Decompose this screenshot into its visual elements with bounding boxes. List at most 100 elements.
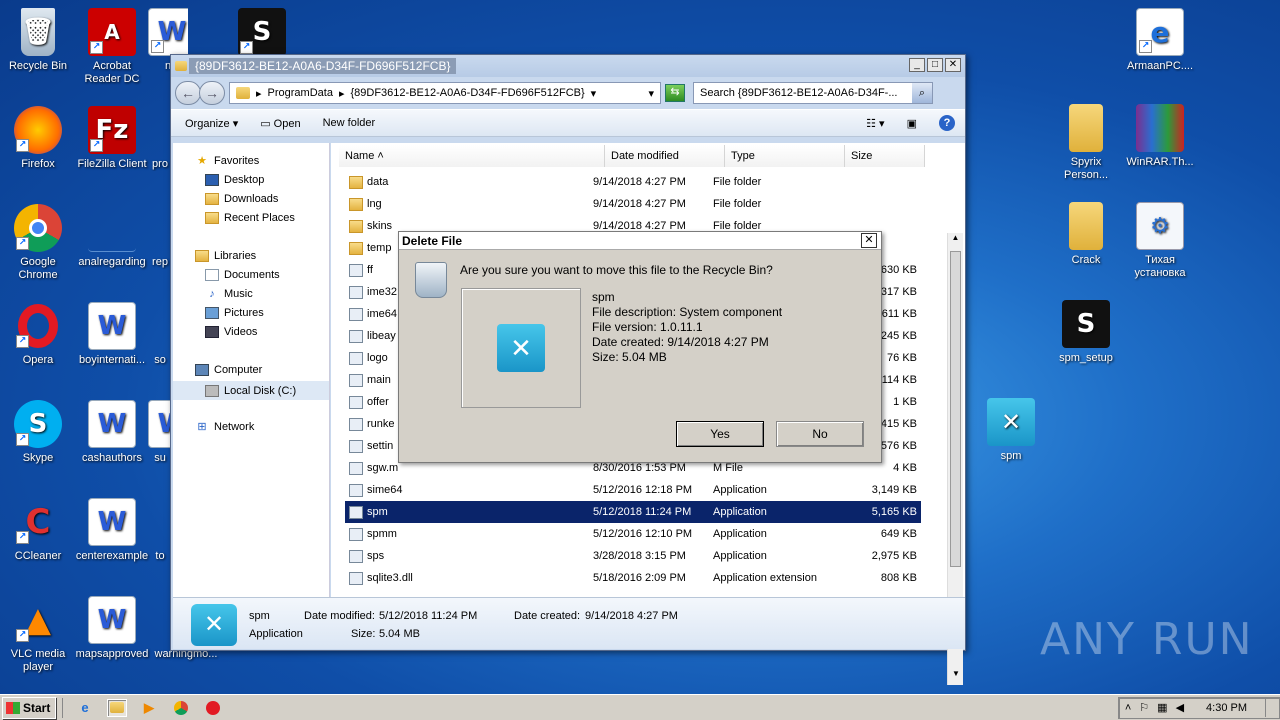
nav-videos[interactable]: Videos (205, 326, 257, 338)
setup-icon[interactable]: S ↗ (224, 8, 300, 60)
nav-favorites[interactable]: ★ Favorites (195, 155, 259, 167)
file-name: data (349, 171, 388, 193)
ccleaner-icon[interactable]: C ↗ CCleaner (0, 498, 76, 563)
flag-icon[interactable]: ⚐ (1139, 701, 1149, 714)
open-button[interactable]: ▭ Open (260, 117, 300, 130)
word-doc-icon[interactable]: Wboyinternati... (74, 302, 150, 367)
close-button[interactable]: ✕ (945, 58, 961, 72)
chrome-taskbar-icon[interactable] (171, 699, 191, 717)
vlc-icon[interactable]: ▲ ↗ VLC media player (0, 596, 76, 674)
scroll-up-arrow[interactable]: ▲ (948, 233, 963, 249)
spm-setup-icon[interactable]: Sspm_setup (1048, 300, 1124, 365)
rep-icon[interactable]: rep (148, 204, 172, 269)
chevron-down-icon[interactable]: ▾ (648, 87, 654, 100)
nav-computer[interactable]: Computer (195, 364, 262, 376)
search-icon[interactable]: ⌕ (912, 83, 932, 103)
file-size: 76 KB (887, 352, 917, 364)
network-tray-icon[interactable]: ▦ (1157, 701, 1167, 714)
analregarding-icon[interactable]: analregarding (74, 204, 150, 269)
firefox-icon[interactable]: ↗ Firefox (0, 106, 76, 171)
column-header-size[interactable]: Size (845, 145, 925, 167)
file-icon (349, 505, 363, 519)
file-date: 5/12/2018 11:24 PM (593, 506, 692, 518)
file-type: File folder (713, 176, 762, 188)
start-button[interactable]: Start (2, 696, 56, 719)
nav-libraries[interactable]: Libraries (195, 250, 256, 262)
file-name: sgw.m (349, 457, 398, 479)
crack-folder-icon[interactable]: Crack (1048, 202, 1124, 267)
preview-pane-icon[interactable]: ▣ (907, 117, 917, 130)
opera-icon[interactable]: ↗ Opera (0, 302, 76, 367)
clock[interactable]: 4:30 PM (1206, 702, 1247, 714)
explorer-taskbar-icon[interactable] (107, 698, 127, 717)
new-folder-button[interactable]: New folder (323, 117, 376, 129)
spyrix-icon[interactable]: Spyrix Person... (1048, 104, 1124, 182)
so-icon[interactable]: so (148, 302, 172, 367)
volume-icon[interactable]: ◀ (1176, 701, 1184, 714)
media-player-icon[interactable]: ▶ (139, 699, 159, 717)
table-row[interactable]: sime64 5/12/2016 12:18 PM Application 3,149… (345, 479, 921, 501)
chrome-icon[interactable]: ↗ Google Chrome (0, 204, 76, 282)
acrobat-icon[interactable]: A ↗ Acrobat Reader DC (74, 8, 150, 86)
word-doc-icon[interactable]: Wmapsapproved (74, 596, 150, 661)
no-button[interactable]: No (776, 421, 864, 447)
breadcrumb-item[interactable]: ProgramData (268, 87, 333, 99)
nav-pictures[interactable]: Pictures (205, 307, 264, 319)
table-row[interactable]: data 9/14/2018 4:27 PM File folder (345, 171, 921, 193)
dialog-close-button[interactable]: ✕ (861, 233, 877, 248)
ie-shortcut-icon[interactable]: e ↗ ArmaanPC.... (1122, 8, 1198, 73)
nav-local-disk[interactable]: Local Disk (C:) (173, 381, 329, 400)
file-icon (349, 373, 363, 387)
nav-downloads[interactable]: Downloads (205, 193, 278, 205)
recycle-bin-icon[interactable]: 🗑 Recycle Bin (0, 8, 76, 73)
back-button[interactable]: ← (175, 81, 201, 105)
ie-icon[interactable]: e (75, 699, 95, 717)
file-type: Application (713, 484, 767, 496)
address-bar[interactable]: ▸ ProgramData ▸ {89DF3612-BE12-A0A6-D34F… (229, 82, 661, 104)
table-row[interactable]: sps 3/28/2018 3:15 PM Application 2,975 KB (345, 545, 921, 567)
opera-taskbar-icon[interactable] (203, 699, 223, 717)
nav-desktop[interactable]: Desktop (205, 174, 264, 186)
help-icon[interactable]: ? (939, 115, 955, 131)
filezilla-icon[interactable]: Fz ↗ FileZilla Client (74, 106, 150, 171)
chevron-down-icon[interactable]: ▾ (591, 87, 597, 100)
view-options-icon[interactable]: ☷ ▾ (866, 117, 884, 130)
nav-music[interactable]: ♪ Music (205, 288, 252, 300)
watermark: ANY RUN (1040, 614, 1254, 665)
forward-button[interactable]: → (199, 81, 225, 105)
maximize-button[interactable]: □ (927, 58, 943, 72)
show-hidden-icons[interactable]: ˄ (1125, 702, 1131, 714)
search-input[interactable]: Search {89DF3612-BE12-A0A6-D34F-... ⌕ (693, 82, 933, 104)
breadcrumb-item[interactable]: {89DF3612-BE12-A0A6-D34F-FD696F512FCB} (350, 87, 584, 99)
to-icon[interactable]: to (148, 498, 172, 563)
table-row[interactable]: lng 9/14/2018 4:27 PM File folder (345, 193, 921, 215)
show-desktop-button[interactable] (1265, 698, 1273, 717)
table-row[interactable]: sqlite3.dll 5/18/2016 2:09 PM Application … (345, 567, 921, 589)
su-icon[interactable]: Wsu (148, 400, 172, 465)
silent-install-icon[interactable]: ⚙ Тихая установка (1122, 202, 1198, 280)
skype-icon[interactable]: S ↗ Skype (0, 400, 76, 465)
nav-recent-places[interactable]: Recent Places (205, 212, 295, 224)
scroll-thumb[interactable] (950, 251, 961, 567)
file-icon (349, 439, 363, 453)
pro-icon[interactable]: pro (148, 106, 172, 171)
file-icon (349, 549, 363, 563)
refresh-icon[interactable]: ⇆ (665, 84, 685, 102)
word-doc-icon[interactable]: Wcashauthors (74, 400, 150, 465)
nav-documents[interactable]: Documents (205, 269, 280, 281)
column-header-date[interactable]: Date modified (605, 145, 725, 167)
scroll-down-arrow[interactable]: ▼ (948, 669, 964, 685)
file-size: 4 KB (893, 462, 917, 474)
winrar-icon[interactable]: WinRAR.Th... (1122, 104, 1198, 169)
word-doc-icon[interactable]: Wcenterexample (74, 498, 150, 563)
table-row[interactable]: spm 5/12/2018 11:24 PM Application 5,165 KB (345, 501, 921, 523)
spm-desktop-icon[interactable]: ✕ spm (973, 398, 1049, 463)
yes-button[interactable]: Yes (676, 421, 764, 447)
dialog-question: Are you sure you want to move this file … (460, 263, 773, 277)
column-header-type[interactable]: Type (725, 145, 845, 167)
organize-button[interactable]: Organize ▾ (185, 117, 238, 130)
column-header-name[interactable]: Name ˄ (339, 145, 605, 167)
minimize-button[interactable]: _ (909, 58, 925, 72)
nav-network[interactable]: ⊞ Network (195, 421, 254, 433)
table-row[interactable]: spmm 5/12/2016 12:10 PM Application 649 KB (345, 523, 921, 545)
